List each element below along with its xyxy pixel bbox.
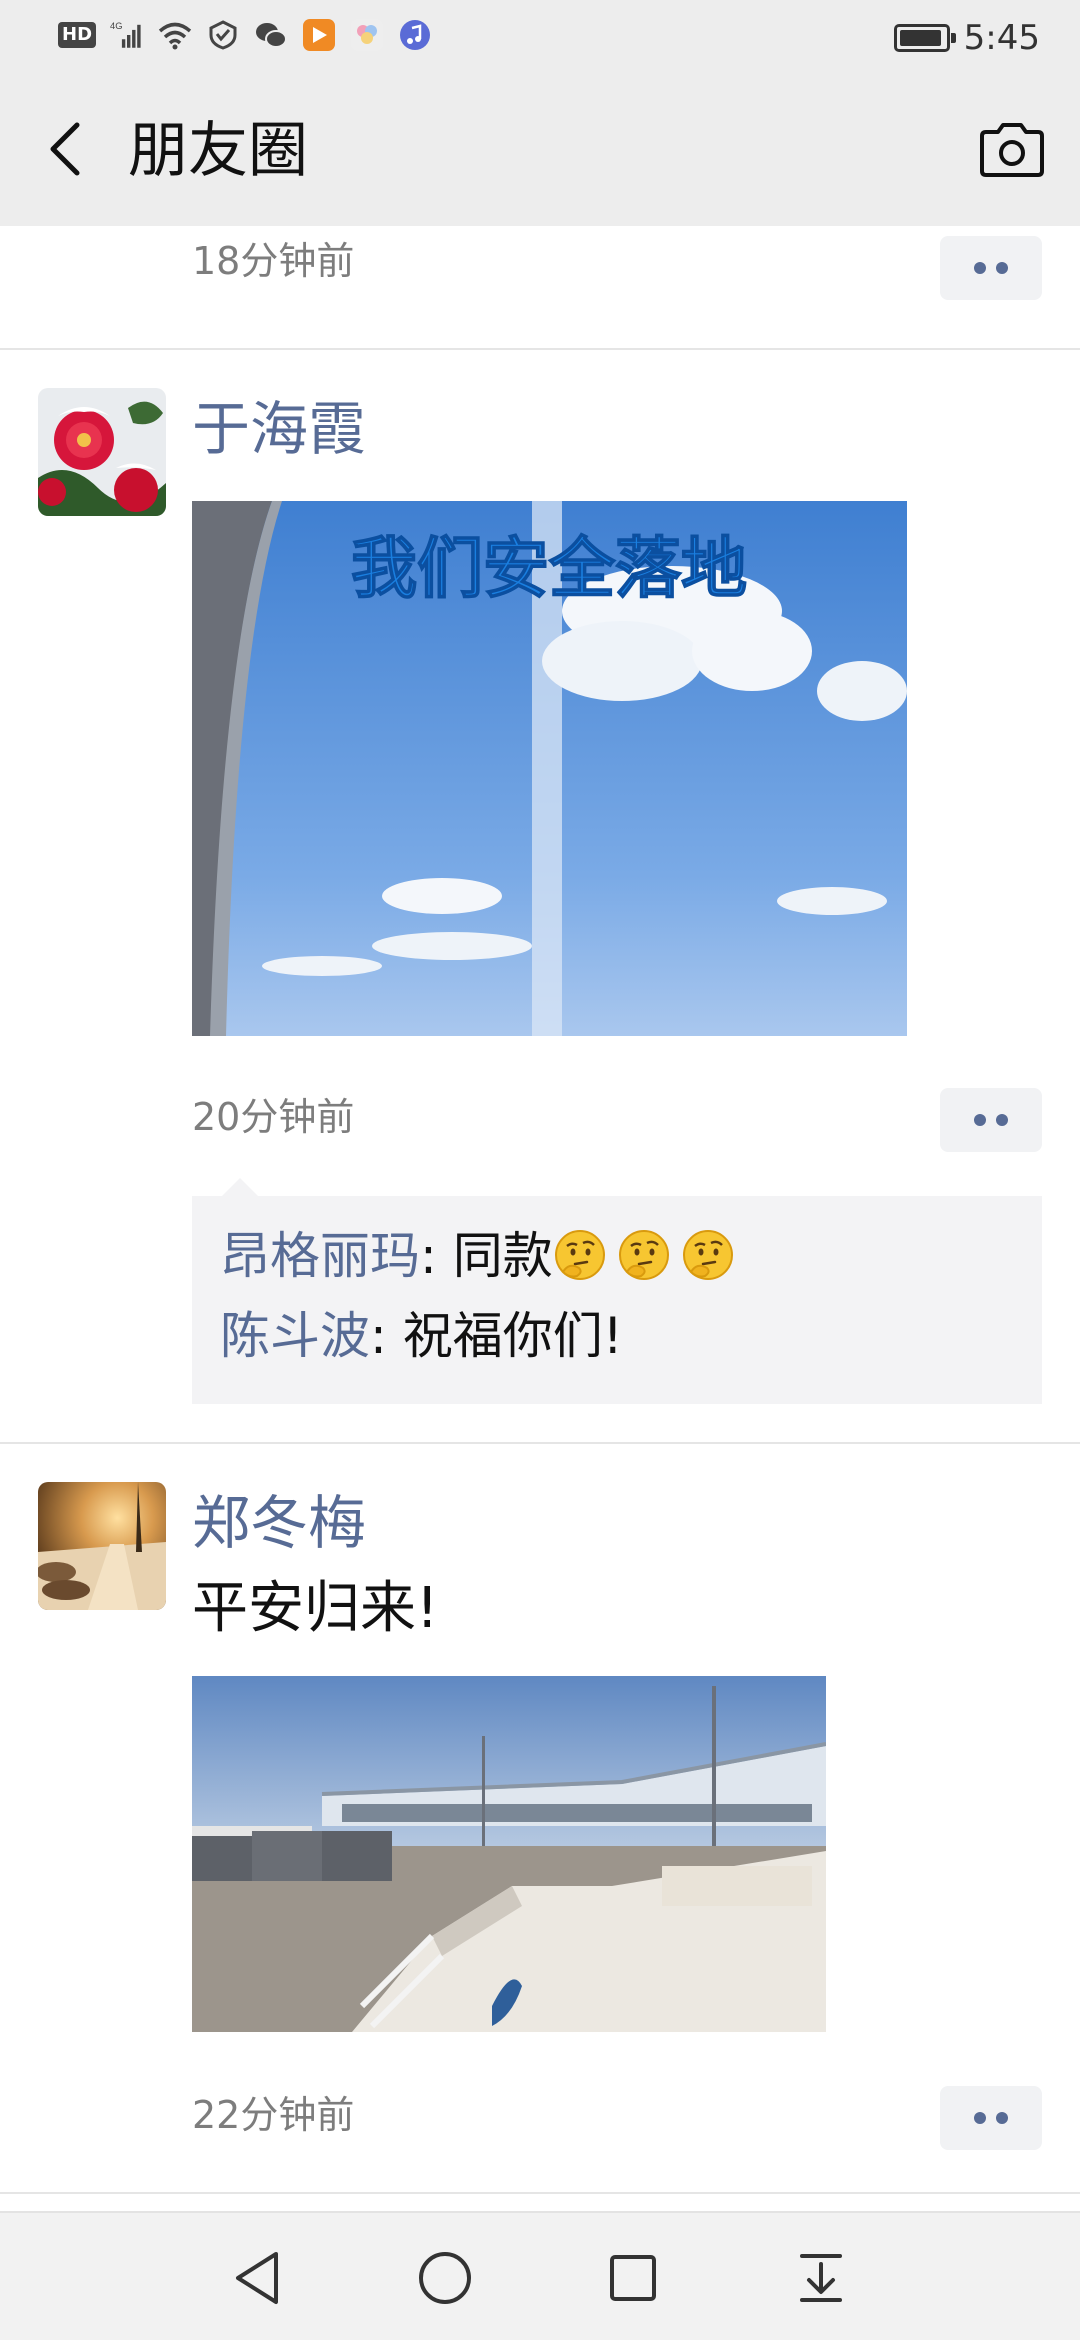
music-app-icon — [398, 18, 432, 52]
vpn-shield-icon — [206, 18, 240, 52]
more-dot-icon — [974, 2112, 986, 2124]
home-circle-icon — [419, 2252, 471, 2304]
post-text: 平安归来! — [192, 1576, 439, 1641]
airport-apron-image — [192, 1676, 826, 2032]
thinking-face-emoji — [618, 1229, 669, 1280]
emoji-group — [553, 1227, 745, 1285]
title-bar: 朋友圈 — [0, 74, 1080, 226]
airplane-window-sky-image: 我们安全落地 — [192, 501, 907, 1036]
video-app-icon — [302, 18, 336, 52]
post-divider — [0, 1442, 1080, 1444]
post-photo[interactable]: 我们安全落地 — [192, 501, 907, 1036]
battery-icon — [893, 24, 956, 52]
signal-icon: 4G — [110, 18, 144, 52]
comment-text: 祝福你们! — [402, 1307, 623, 1365]
comment-text: 同款 — [452, 1227, 553, 1285]
post-divider — [0, 2192, 1080, 2194]
more-dot-icon — [996, 1114, 1008, 1126]
nav-back-button[interactable] — [222, 2243, 292, 2313]
comment-author[interactable]: 昂格丽玛 — [220, 1227, 420, 1285]
comment[interactable]: 陈斗波: 祝福你们! — [220, 1296, 1014, 1376]
photos-app-icon — [350, 18, 384, 52]
thinking-face-emoji — [554, 1229, 605, 1280]
more-dot-icon — [996, 262, 1008, 274]
wechat-icon — [254, 18, 288, 52]
system-nav-bar — [0, 2211, 1080, 2340]
status-right: 5:45 — [893, 18, 1040, 58]
comment[interactable]: 昂格丽玛: 同款 — [220, 1216, 1014, 1296]
post-time: 20分钟前 — [192, 1095, 355, 1139]
status-bar: HD 4G 5:45 — [0, 0, 1080, 74]
comment-author[interactable]: 陈斗波 — [220, 1307, 370, 1365]
camera-button[interactable] — [974, 112, 1050, 188]
nav-home-button[interactable] — [410, 2243, 480, 2313]
more-actions-button[interactable] — [940, 236, 1042, 300]
more-actions-button[interactable] — [940, 1088, 1042, 1152]
comment-separator: : — [420, 1227, 453, 1285]
more-dot-icon — [974, 1114, 986, 1126]
comment-separator: : — [370, 1307, 403, 1365]
status-left-icons: HD 4G — [58, 18, 432, 52]
clock: 5:45 — [963, 18, 1040, 58]
comments-box: 昂格丽玛: 同款 陈斗波: 祝福你们! — [192, 1178, 1042, 1404]
network-type-label: 4G — [110, 21, 122, 31]
snowy-street-avatar-icon — [38, 1482, 166, 1610]
post-time: 18分钟前 — [192, 239, 355, 283]
thinking-face-emoji — [682, 1229, 733, 1280]
avatar[interactable] — [38, 1482, 166, 1610]
author-name[interactable]: 于海霞 — [192, 396, 366, 462]
notification-pulldown-icon — [800, 2254, 842, 2302]
post-divider — [0, 348, 1080, 350]
more-actions-button[interactable] — [940, 2086, 1042, 2150]
wifi-icon — [158, 18, 192, 52]
chevron-left-icon — [50, 122, 80, 176]
nav-recents-button[interactable] — [598, 2243, 668, 2313]
avatar[interactable] — [38, 388, 166, 516]
nav-notification-button[interactable] — [786, 2243, 856, 2313]
camera-icon — [980, 123, 1044, 177]
recents-square-icon — [610, 2255, 656, 2301]
moments-feed[interactable]: 18分钟前 于海霞 我们安全落地 20分钟前 昂格丽玛: 同款 陈斗波: 祝福你… — [0, 226, 1080, 2211]
more-dot-icon — [996, 2112, 1008, 2124]
battery-level — [899, 30, 942, 46]
image-caption: 我们安全落地 — [351, 530, 747, 607]
post-photo[interactable] — [192, 1676, 826, 2032]
hd-icon: HD — [58, 22, 97, 48]
back-triangle-icon — [236, 2252, 278, 2304]
author-name[interactable]: 郑冬梅 — [192, 1490, 366, 1556]
red-camellia-avatar-icon — [38, 388, 166, 516]
back-button[interactable] — [30, 114, 100, 184]
page-title: 朋友圈 — [128, 116, 308, 186]
more-dot-icon — [974, 262, 986, 274]
post-time: 22分钟前 — [192, 2093, 355, 2137]
